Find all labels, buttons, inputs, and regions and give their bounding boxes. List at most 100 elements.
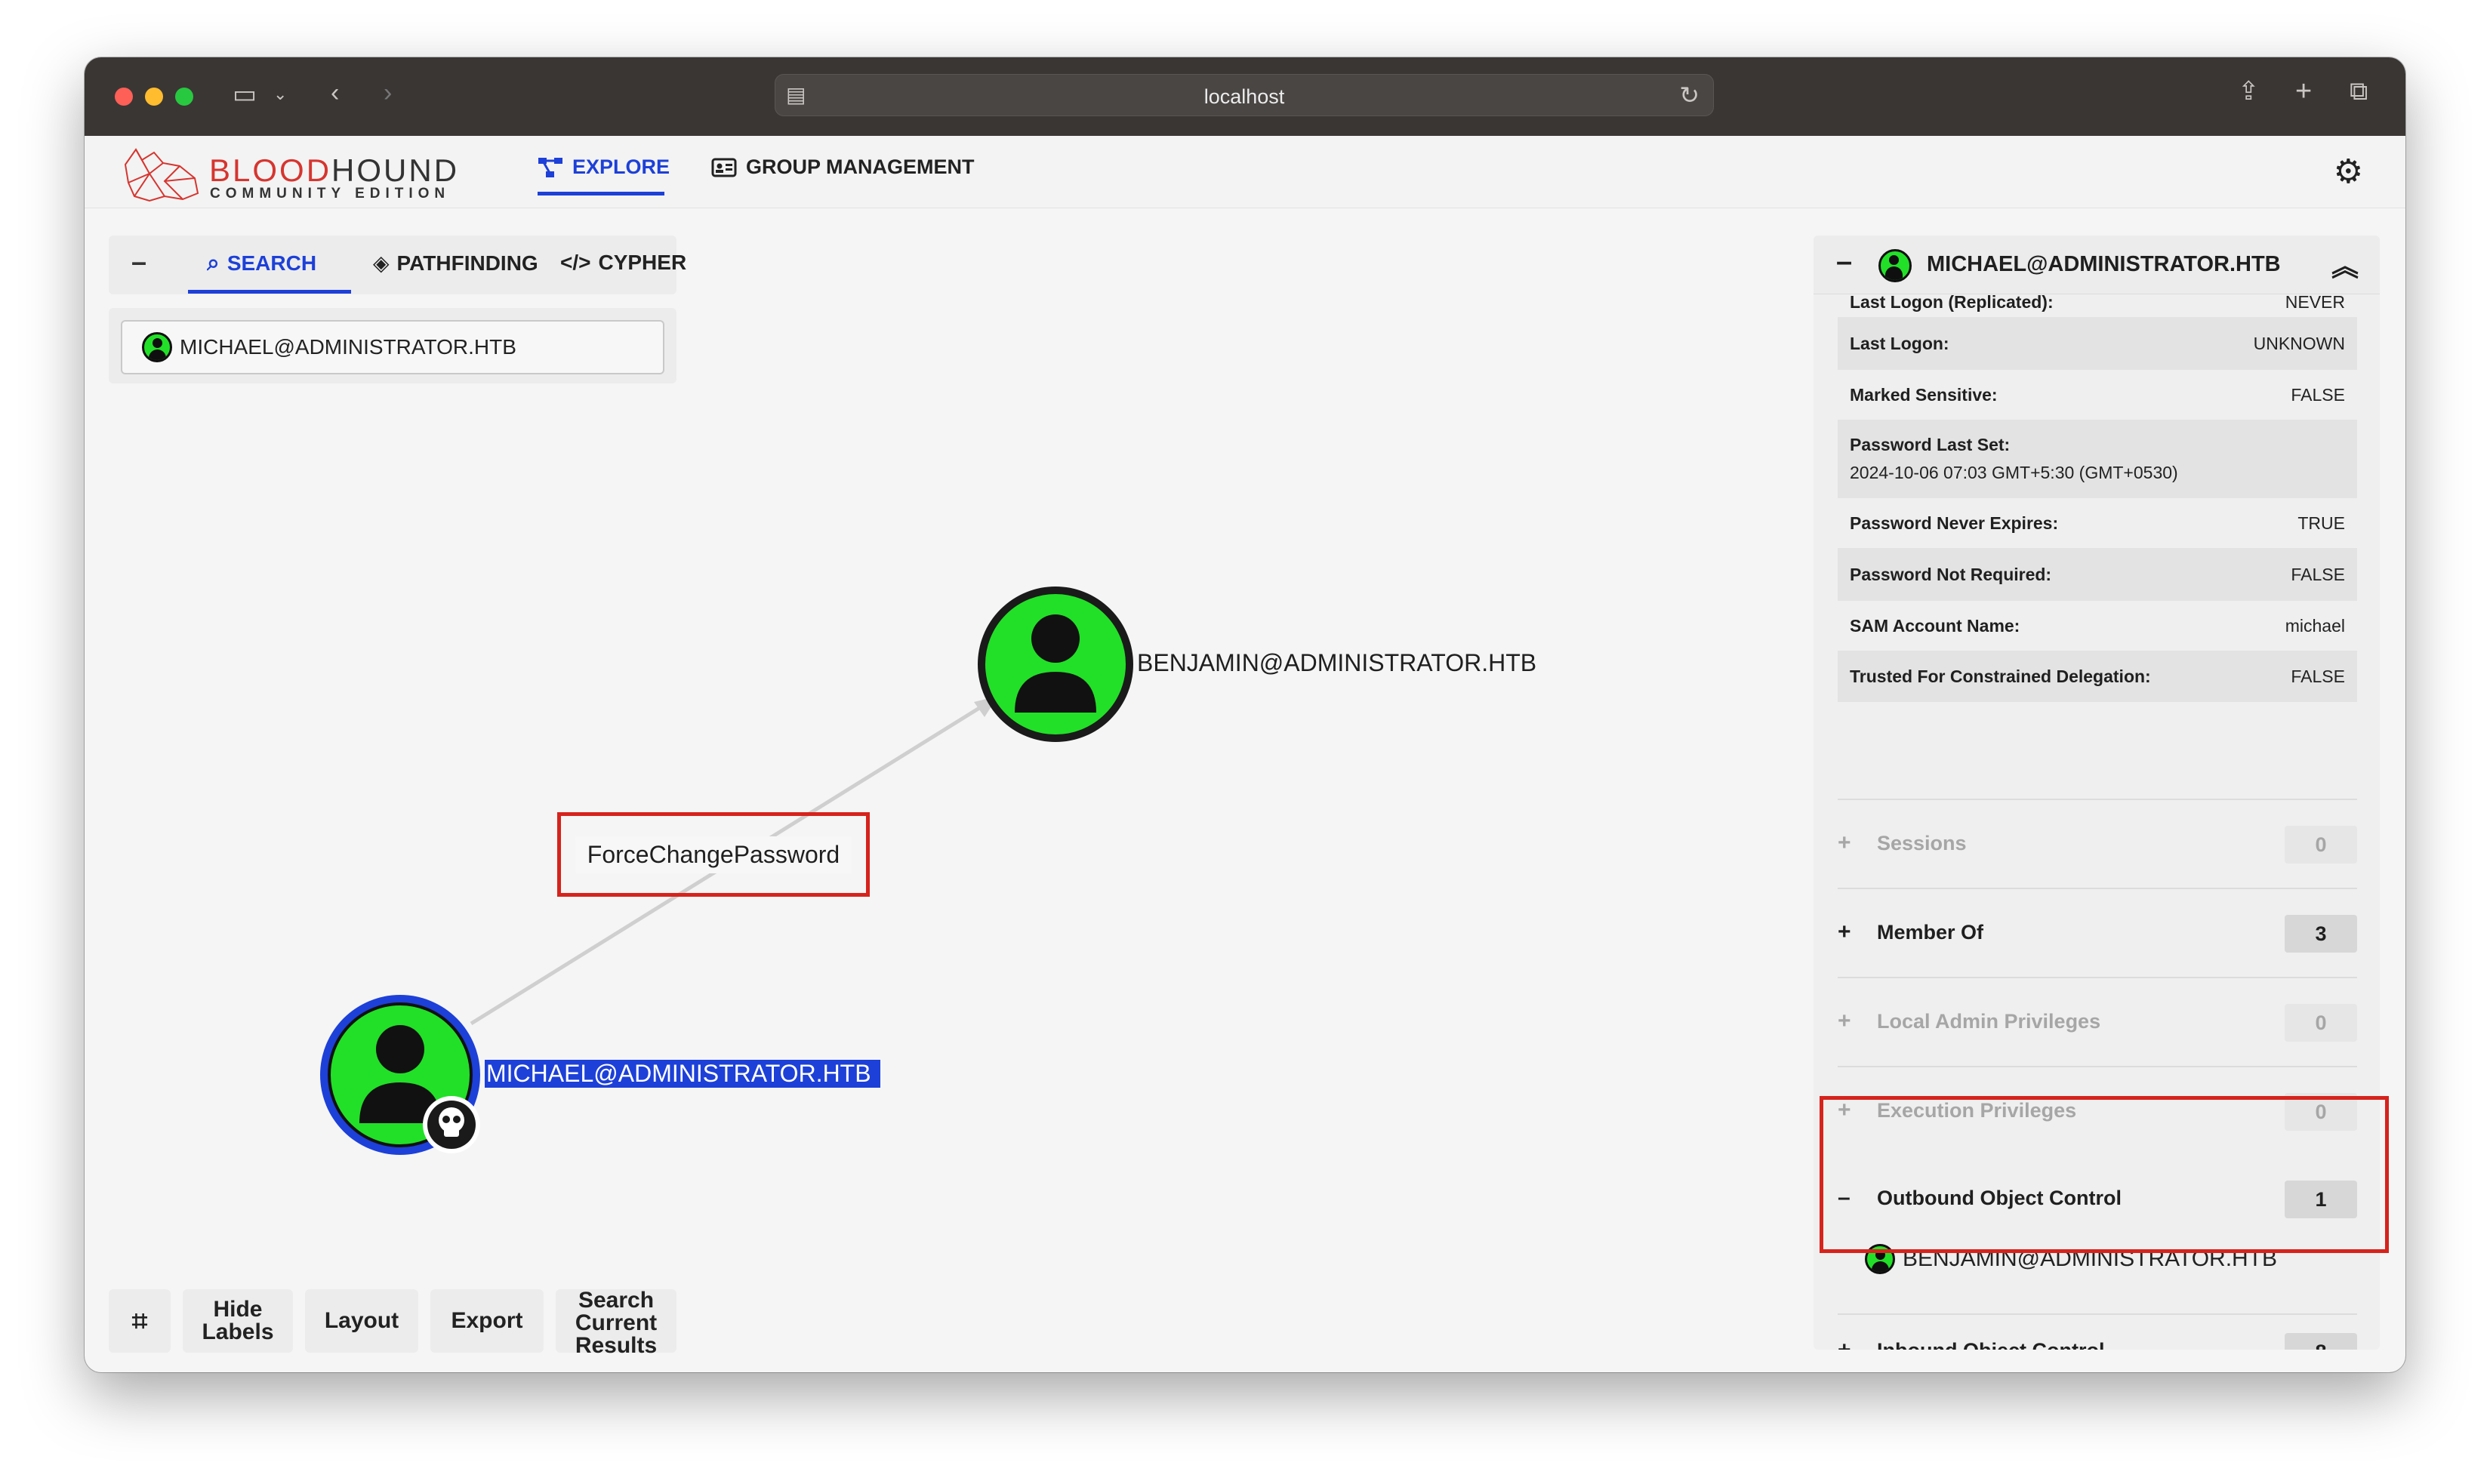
zoom-window-button[interactable] <box>175 88 193 106</box>
property-row: Marked Sensitive: FALSE <box>1838 370 2357 420</box>
property-key: Password Never Expires: <box>1850 513 2059 533</box>
gear-icon[interactable]: ⚙ <box>2334 152 2363 191</box>
property-key: Password Last Set: <box>1850 435 2011 454</box>
app-header: BLOODHOUND COMMUNITY EDITION EXPLORE GRO… <box>85 136 2405 208</box>
section-count: 8 <box>2285 1333 2357 1350</box>
section-label: Sessions <box>1877 832 1967 854</box>
tab-pathfinding[interactable]: ◈ PATHFINDING <box>373 251 538 276</box>
share-icon[interactable]: ⇪ <box>2238 79 2260 104</box>
section-count: 0 <box>2285 826 2357 864</box>
edge-label-highlight: ForceChangePassword <box>557 812 870 897</box>
tab-search-label: SEARCH <box>227 251 317 275</box>
nav-explore[interactable]: EXPLORE <box>538 155 670 179</box>
target-node[interactable] <box>978 587 1133 742</box>
sidebar-toggle-icon[interactable]: ▭ <box>233 82 257 107</box>
property-value: TRUE <box>2297 513 2345 533</box>
property-row: SAM Account Name: michael <box>1838 601 2357 651</box>
tab-cypher-label: CYPHER <box>598 251 687 274</box>
property-value: UNKNOWN <box>2253 333 2345 353</box>
property-key: SAM Account Name: <box>1850 615 2020 636</box>
graph-icon <box>538 157 562 177</box>
property-value: FALSE <box>2291 666 2345 686</box>
section-label: Local Admin Privileges <box>1877 1010 2101 1033</box>
property-row: Last Logon: UNKNOWN <box>1838 317 2357 370</box>
property-value: michael <box>2285 615 2345 636</box>
property-key: Last Logon: <box>1850 333 1949 353</box>
property-row: Last Logon (Replicated): NEVER <box>1838 294 2357 313</box>
user-icon <box>142 332 172 362</box>
section-count: 3 <box>2285 915 2357 953</box>
tab-search[interactable]: ⌕ SEARCH <box>207 251 316 276</box>
search-icon: ⌕ <box>207 251 220 276</box>
property-key: Last Logon (Replicated): <box>1850 294 2054 312</box>
plus-icon: + <box>1838 1338 1851 1350</box>
code-icon: </> <box>560 251 591 274</box>
properties-list: Last Logon (Replicated): NEVER Last Logo… <box>1838 294 2357 702</box>
browser-toolbar: ▭ ⌄ ‹ › ▤ localhost ↻ ⇪ + ⧉ <box>85 57 2405 136</box>
search-input[interactable]: MICHAEL@ADMINISTRATOR.HTB <box>121 320 664 374</box>
logo-wordmark: BLOODHOUND <box>209 152 460 188</box>
property-row: Password Last Set: 2024-10-06 07:03 GMT+… <box>1838 420 2357 498</box>
new-tab-icon[interactable]: + <box>2295 77 2312 106</box>
hide-labels-button[interactable]: Hide Labels <box>183 1289 293 1353</box>
chevrons-up-icon[interactable]: ︽ <box>2331 245 2359 284</box>
entity-title: MICHAEL@ADMINISTRATOR.HTB <box>1927 252 2281 276</box>
logo-subtitle: COMMUNITY EDITION <box>210 186 451 202</box>
reload-icon[interactable]: ↻ <box>1679 81 1700 109</box>
search-tabs: – ⌕ SEARCH ◈ PATHFINDING </> CYPHER <box>109 236 686 294</box>
bloodhound-logo-icon <box>124 148 199 202</box>
section-member-of[interactable]: + Member Of 3 <box>1838 888 2357 977</box>
layout-button[interactable]: Layout <box>305 1289 418 1353</box>
browser-window: ▭ ⌄ ‹ › ▤ localhost ↻ ⇪ + ⧉ BLOODHOUND C… <box>85 57 2405 1372</box>
property-key: Marked Sensitive: <box>1850 384 1998 405</box>
forward-icon[interactable]: › <box>384 80 392 106</box>
tab-cypher[interactable]: </> CYPHER <box>560 251 686 275</box>
nav-explore-indicator <box>538 192 664 196</box>
skull-badge-icon <box>423 1096 480 1153</box>
target-node-label: BENJAMIN@ADMINISTRATOR.HTB <box>1137 649 1537 676</box>
property-value: 2024-10-06 07:03 GMT+5:30 (GMT+0530) <box>1850 463 2178 482</box>
source-node-label: MICHAEL@ADMINISTRATOR.HTB <box>485 1060 880 1088</box>
plus-icon: + <box>1838 919 1851 944</box>
search-current-results-button[interactable]: Search Current Results <box>556 1289 676 1357</box>
back-icon[interactable]: ‹ <box>331 80 339 106</box>
search-input-value: MICHAEL@ADMINISTRATOR.HTB <box>180 335 516 359</box>
collapse-entity-panel-button[interactable]: – <box>1836 246 1852 279</box>
section-count: 0 <box>2285 1004 2357 1042</box>
outbound-highlight <box>1820 1096 2389 1253</box>
nav-group-management-label: GROUP MANAGEMENT <box>746 155 975 178</box>
id-card-icon <box>711 158 737 177</box>
close-window-button[interactable] <box>115 88 133 106</box>
url-text: localhost <box>1203 85 1285 108</box>
search-box-container: MICHAEL@ADMINISTRATOR.HTB <box>109 308 676 383</box>
tab-pathfinding-label: PATHFINDING <box>396 251 538 275</box>
property-row: Trusted For Constrained Delegation: FALS… <box>1838 651 2357 702</box>
nav-group-management[interactable]: GROUP MANAGEMENT <box>711 155 975 179</box>
section-inbound[interactable]: + Inbound Object Control 8 <box>1838 1313 2357 1350</box>
property-key: Trusted For Constrained Delegation: <box>1850 666 2151 686</box>
property-key: Password Not Required: <box>1850 564 2052 584</box>
address-bar[interactable]: ▤ localhost ↻ <box>775 74 1714 116</box>
edge-label[interactable]: ForceChangePassword <box>575 836 852 873</box>
nav-explore-label: EXPLORE <box>572 155 670 178</box>
route-icon: ◈ <box>373 251 390 275</box>
section-local-admin[interactable]: + Local Admin Privileges 0 <box>1838 977 2357 1066</box>
property-row: Password Not Required: FALSE <box>1838 548 2357 601</box>
property-value: FALSE <box>2291 564 2345 584</box>
crop-icon[interactable]: ⌗ <box>109 1289 171 1353</box>
property-value: NEVER <box>2285 294 2345 312</box>
property-value: FALSE <box>2291 384 2345 405</box>
plus-icon: + <box>1838 830 1851 855</box>
chevron-down-icon[interactable]: ⌄ <box>273 86 287 103</box>
plus-icon: + <box>1838 1008 1851 1033</box>
section-sessions[interactable]: + Sessions 0 <box>1838 799 2357 888</box>
tab-search-indicator <box>188 290 351 294</box>
tab-overview-icon[interactable]: ⧉ <box>2350 79 2368 104</box>
minimize-window-button[interactable] <box>145 88 163 106</box>
export-button[interactable]: Export <box>430 1289 544 1353</box>
collapse-search-button[interactable]: – <box>131 246 146 278</box>
property-row: Password Never Expires: TRUE <box>1838 498 2357 548</box>
user-icon <box>1878 249 1912 282</box>
section-label: Member Of <box>1877 921 1984 944</box>
entity-panel-header: – MICHAEL@ADMINISTRATOR.HTB ︽ <box>1814 236 2380 294</box>
